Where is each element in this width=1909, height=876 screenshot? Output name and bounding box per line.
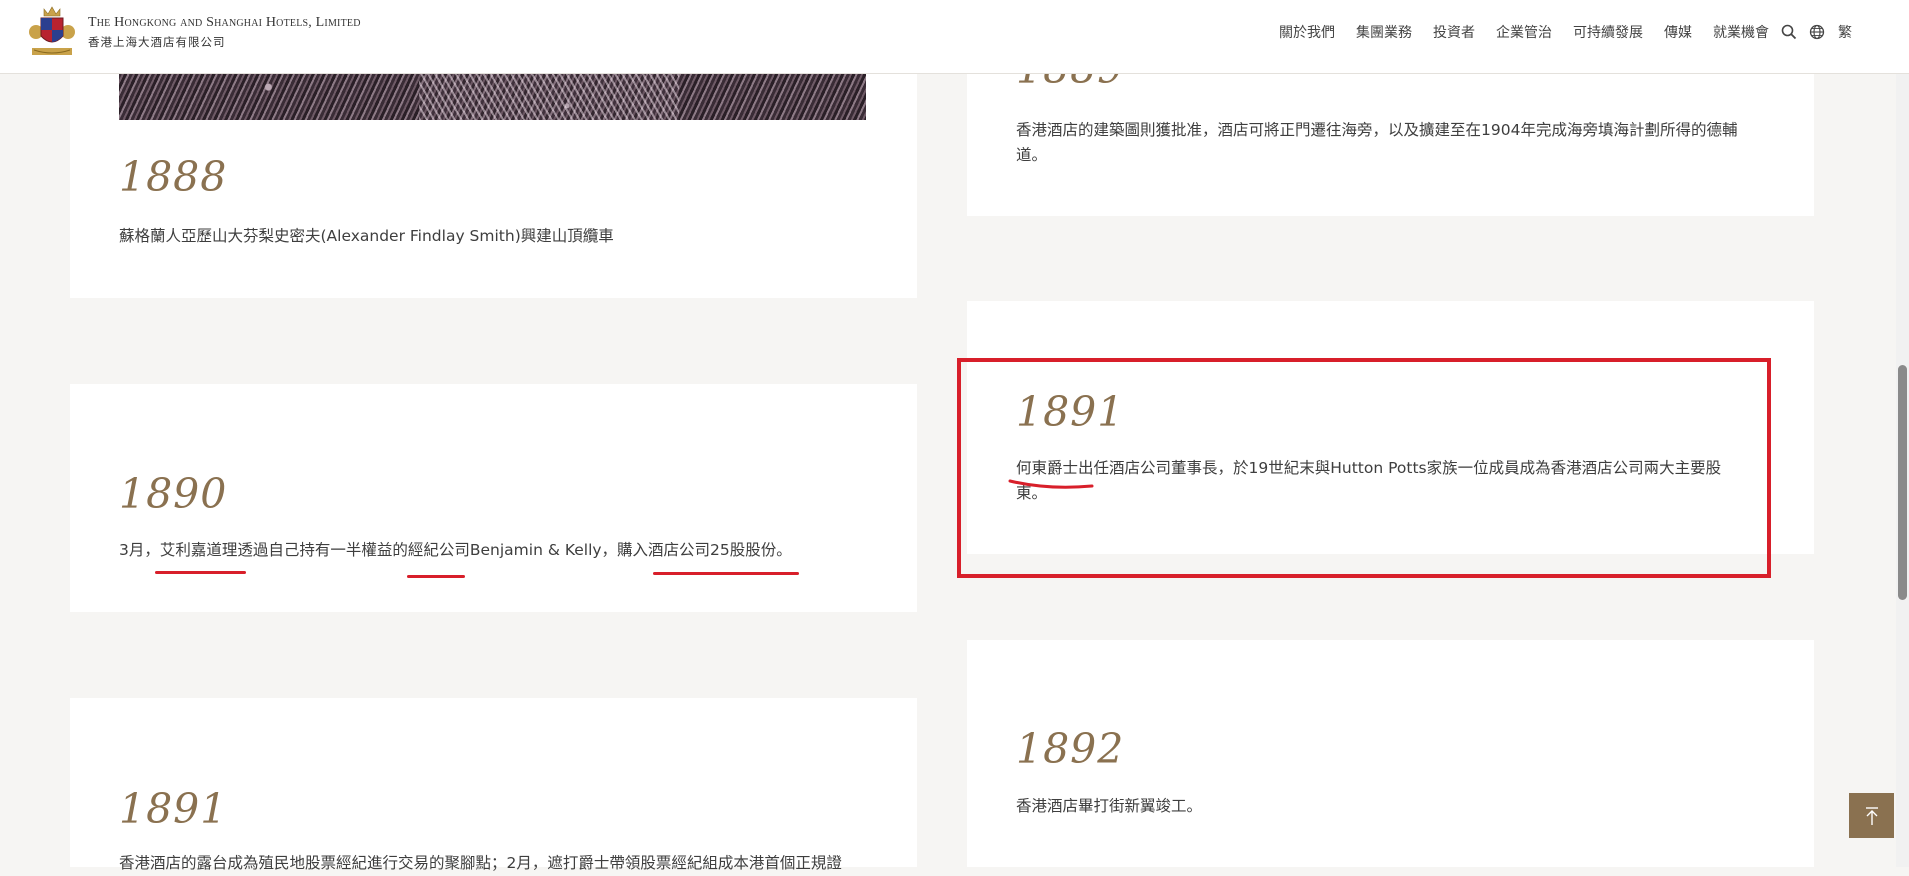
timeline-card-1891-left (70, 698, 917, 867)
timeline-year: 1892 (1016, 725, 1125, 773)
site-header: The Hongkong and Shanghai Hotels, Limite… (0, 0, 1909, 74)
nav-item-investors[interactable]: 投資者 (1433, 22, 1475, 42)
timeline-description: 香港酒店的建築圖則獲批准，酒店可將正門遷往海旁，以及擴建至在1904年完成海旁填… (1016, 121, 1738, 164)
timeline-description: 香港酒店的露台成為殖民地股票經紀進行交易的聚腳點；2月，遮打爵士帶領股票經紀組成… (119, 854, 842, 872)
nav-item-about[interactable]: 關於我們 (1279, 22, 1335, 42)
nav-item-careers[interactable]: 就業機會 (1713, 22, 1769, 42)
nav-item-businesses[interactable]: 集團業務 (1356, 22, 1412, 42)
arrow-up-icon (1865, 806, 1878, 825)
search-icon[interactable] (1781, 24, 1797, 40)
brand-name-chinese[interactable]: 香港上海大酒店有限公司 (88, 34, 226, 50)
historic-photo (119, 73, 866, 120)
scrollbar-thumb[interactable] (1898, 365, 1907, 600)
timeline-year: 1891 (119, 785, 228, 833)
nav-item-governance[interactable]: 企業管治 (1496, 22, 1552, 42)
annotation-highlight-box (957, 358, 1771, 578)
timeline-year: 1890 (119, 470, 228, 518)
language-switch[interactable]: 繁 (1838, 22, 1852, 42)
annotation-underline (155, 571, 246, 574)
annotation-underline (407, 575, 465, 578)
nav-item-media[interactable]: 傳媒 (1664, 22, 1692, 42)
back-to-top-button[interactable] (1849, 793, 1894, 838)
timeline-description: 蘇格蘭人亞歷山大芬梨史密夫(Alexander Findlay Smith)興建… (119, 227, 614, 245)
crest-logo[interactable] (24, 4, 80, 60)
brand-name-english[interactable]: The Hongkong and Shanghai Hotels, Limite… (88, 15, 361, 31)
timeline-description: 3月，艾利嘉道理透過自己持有一半權益的經紀公司Benjamin & Kelly，… (119, 541, 792, 559)
nav-item-sustainability[interactable]: 可持續發展 (1573, 22, 1643, 42)
timeline-description: 香港酒店畢打街新翼竣工。 (1016, 797, 1203, 815)
annotation-underline (653, 572, 799, 575)
annotation-underline (1008, 479, 1094, 489)
main-navigation: 關於我們 集團業務 投資者 企業管治 可持續發展 傳媒 就業機會 繁 (1258, 22, 1852, 42)
timeline-year: 1888 (119, 153, 228, 201)
globe-icon[interactable] (1809, 24, 1825, 40)
